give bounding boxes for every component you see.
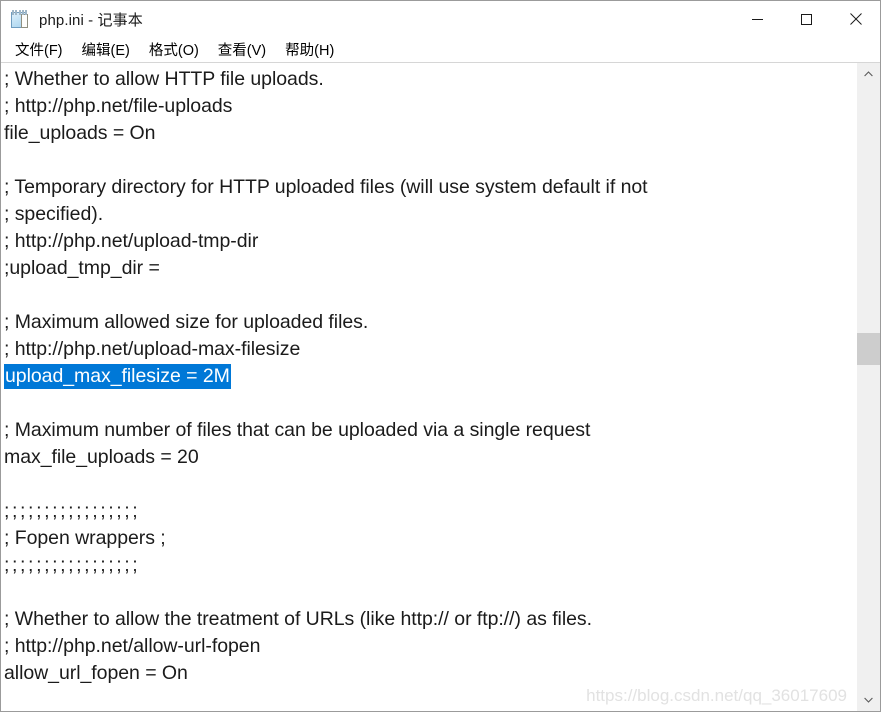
scrollbar-track[interactable]: [857, 85, 880, 689]
text-line: allow_url_fopen = On: [4, 662, 188, 684]
maximize-button[interactable]: [782, 1, 831, 37]
text-line-selected: upload_max_filesize = 2M: [1, 363, 856, 390]
text-line-blank: [1, 579, 856, 606]
menu-edit[interactable]: 编辑(E): [76, 37, 136, 63]
vertical-scrollbar[interactable]: [856, 63, 880, 711]
menu-view[interactable]: 查看(V): [212, 37, 272, 63]
text-line-blank: [1, 471, 856, 498]
text-line: ; specified).: [4, 203, 104, 225]
selected-text: upload_max_filesize = 2M: [4, 364, 231, 389]
notepad-window: php.ini - 记事本 文件(F) 编辑(E) 格式(O) 查看(V) 帮助…: [0, 0, 881, 712]
text-line: ;;;;;;;;;;;;;;;;;: [4, 554, 141, 576]
editor-area: ; Whether to allow HTTP file uploads. ; …: [1, 62, 880, 711]
text-line: ;;;;;;;;;;;;;;;;;: [4, 500, 141, 522]
text-line: ; Whether to allow the treatment of URLs…: [4, 608, 592, 630]
text-line: ; Whether to allow HTTP file uploads.: [4, 68, 324, 90]
text-line: max_file_uploads = 20: [4, 446, 199, 468]
watermark: https://blog.csdn.net/qq_36017609: [586, 686, 847, 705]
text-line: ; Temporary directory for HTTP uploaded …: [4, 176, 648, 198]
scroll-down-arrow-icon[interactable]: [857, 689, 880, 711]
text-line: ; Maximum allowed size for uploaded file…: [4, 311, 369, 333]
menu-bar: 文件(F) 编辑(E) 格式(O) 查看(V) 帮助(H): [1, 37, 880, 62]
text-line: ; http://php.net/allow-url-fopen: [4, 635, 261, 657]
menu-file[interactable]: 文件(F): [9, 37, 69, 63]
menu-help[interactable]: 帮助(H): [279, 37, 340, 63]
scrollbar-thumb[interactable]: [857, 333, 880, 365]
window-title: php.ini - 记事本: [39, 11, 143, 29]
text-line-blank: [1, 147, 856, 174]
window-controls: [733, 1, 880, 37]
menu-format[interactable]: 格式(O): [143, 37, 205, 63]
text-line: file_uploads = On: [4, 122, 156, 144]
text-line: ; http://php.net/upload-tmp-dir: [4, 230, 259, 252]
scroll-up-arrow-icon[interactable]: [857, 63, 880, 85]
notepad-icon: [10, 9, 30, 29]
minimize-button[interactable]: [733, 1, 782, 37]
text-line: ; Fopen wrappers ;: [4, 527, 166, 549]
text-line: ; Maximum number of files that can be up…: [4, 419, 591, 441]
text-line: ; http://php.net/upload-max-filesize: [4, 338, 301, 360]
title-bar-left: php.ini - 记事本: [1, 9, 733, 30]
close-button[interactable]: [831, 1, 880, 37]
text-line-blank: [1, 390, 856, 417]
title-bar[interactable]: php.ini - 记事本: [1, 1, 880, 37]
text-line-blank: [1, 282, 856, 309]
text-line: ; http://php.net/file-uploads: [4, 95, 233, 117]
text-line: ;upload_tmp_dir =: [4, 257, 160, 279]
text-editor[interactable]: ; Whether to allow HTTP file uploads. ; …: [1, 63, 856, 711]
